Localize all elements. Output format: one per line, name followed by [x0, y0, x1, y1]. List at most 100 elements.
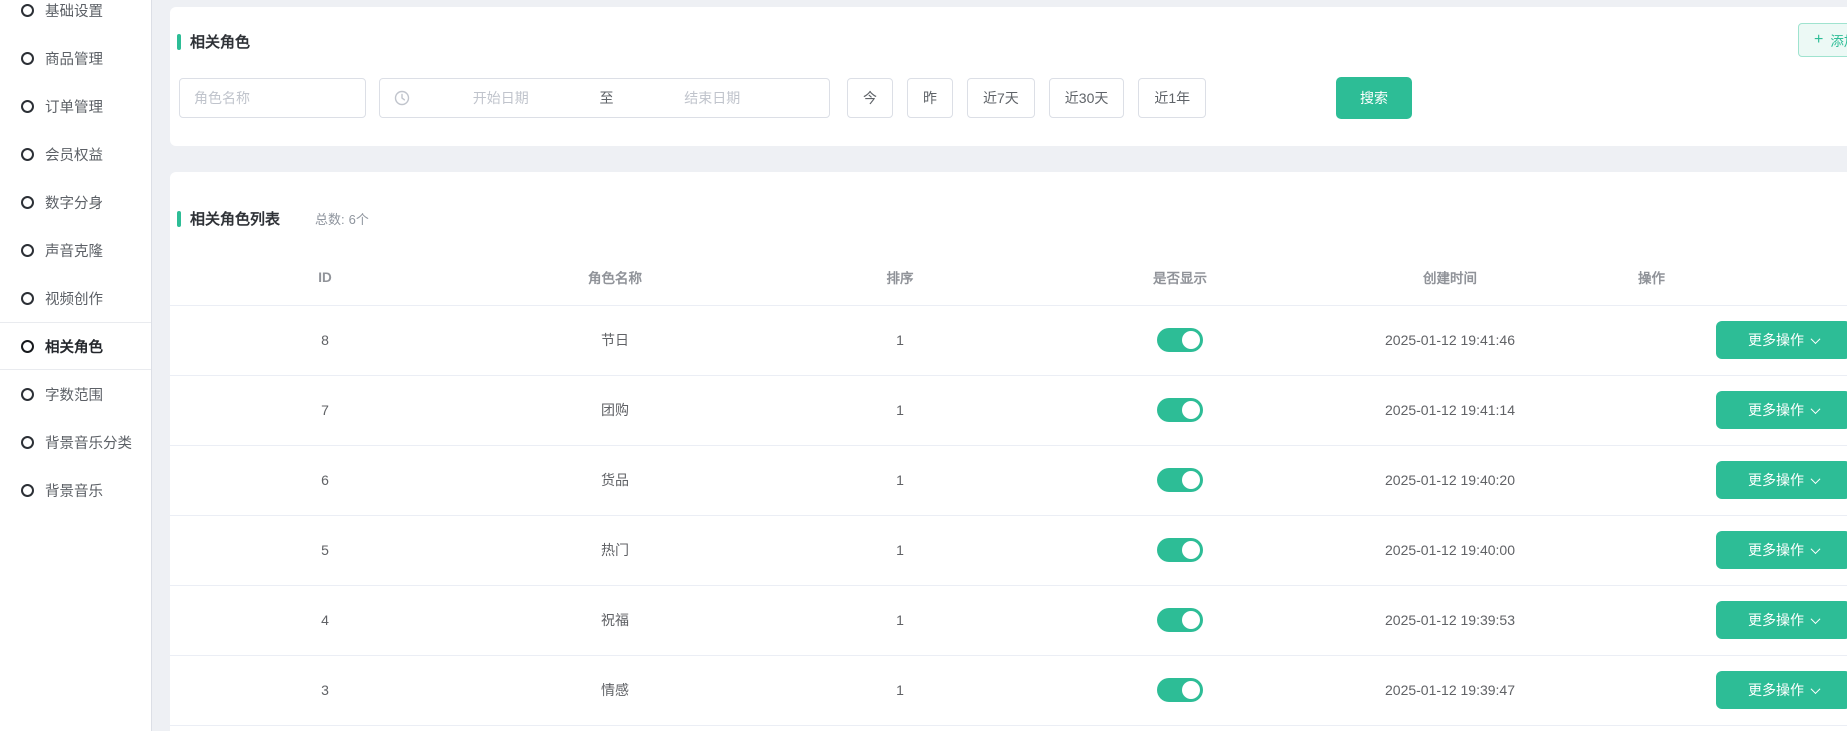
cell-role-name: 货品: [480, 445, 750, 515]
chevron-down-icon: [1811, 544, 1821, 554]
cell-visibility: [1050, 445, 1310, 515]
quick-range-button-近30天[interactable]: 近30天: [1049, 78, 1125, 118]
search-button[interactable]: 搜索: [1336, 77, 1412, 119]
visibility-toggle-on[interactable]: [1157, 468, 1203, 492]
more-actions-button[interactable]: 更多操作: [1716, 321, 1847, 359]
radio-circle-icon: [21, 244, 34, 257]
visibility-toggle-on[interactable]: [1157, 328, 1203, 352]
quick-range-button-近7天[interactable]: 近7天: [967, 78, 1035, 118]
chevron-down-icon: [1811, 334, 1821, 344]
more-actions-button[interactable]: 更多操作: [1716, 391, 1847, 429]
date-range-separator: 至: [592, 88, 622, 108]
radio-circle-icon: [21, 484, 34, 497]
add-button-label: 添加: [1830, 30, 1847, 50]
radio-circle-icon: [21, 388, 34, 401]
cell-role-name: 热门: [480, 515, 750, 585]
cell-actions: 更多操作: [1590, 375, 1847, 445]
more-actions-button[interactable]: 更多操作: [1716, 461, 1847, 499]
sidebar-item-label: 基础设置: [45, 0, 103, 21]
visibility-toggle-on[interactable]: [1157, 678, 1203, 702]
cell-sort: 1: [750, 375, 1050, 445]
cell-role-name: 节日: [480, 305, 750, 375]
role-name-input[interactable]: [179, 78, 366, 118]
cell-visibility: [1050, 305, 1310, 375]
table-body: 8节日12025-01-12 19:41:46更多操作7团购12025-01-1…: [170, 305, 1847, 725]
visibility-toggle-on[interactable]: [1157, 538, 1203, 562]
cell-visibility: [1050, 515, 1310, 585]
cell-visibility: [1050, 585, 1310, 655]
date-range-picker[interactable]: 至: [379, 78, 830, 118]
sidebar-item-相关角色[interactable]: 相关角色: [0, 322, 151, 370]
sidebar-item-label: 声音克隆: [45, 240, 103, 261]
table-header-row: ID角色名称排序是否显示创建时间操作: [170, 250, 1847, 305]
table-row: 8节日12025-01-12 19:41:46更多操作: [170, 305, 1847, 375]
more-actions-button[interactable]: 更多操作: [1716, 531, 1847, 569]
table-row: 3情感12025-01-12 19:39:47更多操作: [170, 655, 1847, 725]
column-header-是否显示: 是否显示: [1050, 250, 1310, 305]
chevron-down-icon: [1811, 404, 1821, 414]
filter-card: 相关角色 至 今昨近7天近30天近1年 搜索 + 添加: [170, 7, 1847, 146]
sidebar-item-背景音乐分类[interactable]: 背景音乐分类: [0, 418, 151, 466]
plus-icon: +: [1814, 32, 1823, 48]
table-row: 5热门12025-01-12 19:40:00更多操作: [170, 515, 1847, 585]
sidebar-item-订单管理[interactable]: 订单管理: [0, 82, 151, 130]
cell-role-name: 情感: [480, 655, 750, 725]
sidebar-item-label: 相关角色: [45, 336, 103, 357]
sidebar-item-会员权益[interactable]: 会员权益: [0, 130, 151, 178]
quick-range-button-今[interactable]: 今: [847, 78, 893, 118]
more-actions-label: 更多操作: [1748, 540, 1804, 560]
cell-role-name: 祝福: [480, 585, 750, 655]
cell-id: 6: [170, 445, 480, 515]
cell-id: 5: [170, 515, 480, 585]
cell-id: 7: [170, 375, 480, 445]
chevron-down-icon: [1811, 614, 1821, 624]
clock-icon: [394, 90, 410, 106]
more-actions-label: 更多操作: [1748, 330, 1804, 350]
cell-sort: 1: [750, 445, 1050, 515]
sidebar-item-基础设置[interactable]: 基础设置: [0, 0, 151, 34]
visibility-toggle-on[interactable]: [1157, 608, 1203, 632]
quick-range-button-昨[interactable]: 昨: [907, 78, 953, 118]
sidebar-item-字数范围[interactable]: 字数范围: [0, 370, 151, 418]
chevron-down-icon: [1811, 684, 1821, 694]
sidebar-item-视频创作[interactable]: 视频创作: [0, 274, 151, 322]
sidebar-item-label: 背景音乐分类: [45, 432, 132, 453]
sidebar-item-声音克隆[interactable]: 声音克隆: [0, 226, 151, 274]
radio-circle-icon: [21, 52, 34, 65]
table-row: 4祝福12025-01-12 19:39:53更多操作: [170, 585, 1847, 655]
visibility-toggle-on[interactable]: [1157, 398, 1203, 422]
add-button[interactable]: + 添加: [1798, 23, 1847, 57]
quick-range-button-近1年[interactable]: 近1年: [1138, 78, 1206, 118]
cell-id: 4: [170, 585, 480, 655]
sidebar-item-背景音乐[interactable]: 背景音乐: [0, 466, 151, 514]
more-actions-label: 更多操作: [1748, 610, 1804, 630]
cell-id: 8: [170, 305, 480, 375]
column-header-角色名称: 角色名称: [480, 250, 750, 305]
sidebar-item-商品管理[interactable]: 商品管理: [0, 34, 151, 82]
total-label: 总数:: [315, 209, 345, 228]
admin-page: 基础设置商品管理订单管理会员权益数字分身声音克隆视频创作相关角色字数范围背景音乐…: [0, 0, 1847, 731]
title-accent-bar: [177, 211, 181, 227]
filter-card-title-text: 相关角色: [190, 31, 250, 52]
cell-visibility: [1050, 375, 1310, 445]
more-actions-label: 更多操作: [1748, 400, 1804, 420]
more-actions-button[interactable]: 更多操作: [1716, 671, 1847, 709]
column-header-创建时间: 创建时间: [1310, 250, 1590, 305]
table-row: 7团购12025-01-12 19:41:14更多操作: [170, 375, 1847, 445]
chevron-down-icon: [1811, 474, 1821, 484]
list-card-title: 相关角色列表 总数: 6个: [177, 208, 369, 229]
sidebar-item-数字分身[interactable]: 数字分身: [0, 178, 151, 226]
cell-created-time: 2025-01-12 19:39:47: [1310, 655, 1590, 725]
cell-role-name: 团购: [480, 375, 750, 445]
column-header-操作: 操作: [1590, 250, 1847, 305]
more-actions-button[interactable]: 更多操作: [1716, 601, 1847, 639]
sidebar-item-label: 会员权益: [45, 144, 103, 165]
filter-card-title: 相关角色: [177, 31, 250, 52]
cell-created-time: 2025-01-12 19:40:00: [1310, 515, 1590, 585]
sidebar-menu: 基础设置商品管理订单管理会员权益数字分身声音克隆视频创作相关角色字数范围背景音乐…: [0, 0, 151, 514]
end-date-input[interactable]: [622, 90, 804, 106]
list-card: 相关角色列表 总数: 6个 ID角色名称排序是否显示创建时间操作 8节日1202…: [170, 172, 1847, 731]
start-date-input[interactable]: [410, 90, 592, 106]
cell-sort: 1: [750, 305, 1050, 375]
column-header-ID: ID: [170, 250, 480, 305]
